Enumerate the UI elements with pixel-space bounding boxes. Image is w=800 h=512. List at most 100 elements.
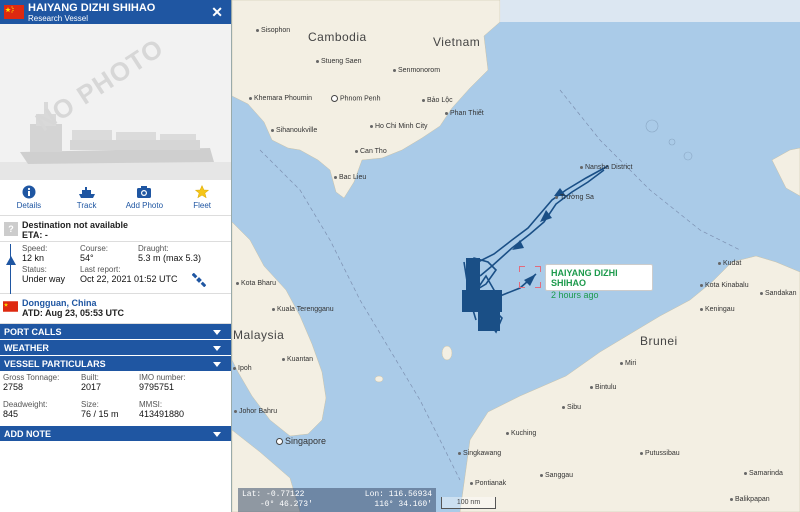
vessel-name: HAIYANG DIZHI SHIHAO bbox=[28, 2, 156, 14]
camera-icon bbox=[137, 186, 152, 198]
label-singapore: Singapore bbox=[276, 436, 326, 446]
vessel-particulars-label: VESSEL PARTICULARS bbox=[4, 359, 106, 369]
label-senmonorom: Senmonorom bbox=[393, 67, 440, 74]
lon-dms: 116° 34.160' bbox=[374, 500, 432, 509]
label-putussibau: Putussibau bbox=[640, 450, 680, 457]
label-singkawang: Singkawang bbox=[458, 450, 501, 457]
label-nansha: Nansha District bbox=[580, 164, 632, 171]
label-bac-lieu: Bac Lieu bbox=[334, 174, 366, 181]
tooltip-vessel-name: HAIYANG DIZHI SHIHAO bbox=[551, 268, 618, 288]
course-label: Course: bbox=[80, 244, 109, 253]
lat-label: Lat: bbox=[242, 490, 262, 499]
satellite-icon[interactable] bbox=[192, 273, 206, 287]
close-icon[interactable]: ✕ bbox=[211, 4, 223, 21]
label-miri: Miri bbox=[620, 360, 636, 367]
departure-block: Dongguan, China ATD: Aug 23, 05:53 UTC bbox=[0, 294, 231, 324]
vessel-photo-placeholder: NO PHOTO bbox=[0, 24, 231, 180]
label-ipoh: Ipoh bbox=[233, 365, 252, 372]
details-label: Details bbox=[16, 201, 42, 210]
label-sandakan: Sandakan bbox=[760, 290, 797, 297]
lat-value: -0.77122 bbox=[266, 490, 305, 499]
action-bar: Details Track Add Photo Fleet bbox=[0, 180, 231, 216]
china-flag-icon bbox=[4, 5, 24, 19]
add-note-label: ADD NOTE bbox=[4, 429, 51, 439]
built-value: 2017 bbox=[81, 382, 102, 392]
track-button[interactable]: Track bbox=[58, 180, 116, 215]
vessel-panel: HAIYANG DIZHI SHIHAO Research Vessel ✕ N… bbox=[0, 0, 232, 512]
course-line-icon bbox=[10, 244, 11, 294]
vessel-marker[interactable] bbox=[519, 266, 541, 288]
label-brunei: Brunei bbox=[640, 334, 678, 348]
chevron-down-icon bbox=[213, 362, 221, 367]
weather-label: WEATHER bbox=[4, 343, 49, 353]
mmsi-value: 413491880 bbox=[139, 409, 185, 419]
weather-section[interactable]: WEATHER bbox=[0, 340, 231, 356]
vessel-tooltip[interactable]: HAIYANG DIZHI SHIHAO 2 hours ago bbox=[545, 264, 653, 300]
size-label: Size: bbox=[81, 400, 99, 409]
label-vietnam: Vietnam bbox=[433, 35, 481, 49]
speed-label: Speed: bbox=[22, 244, 48, 253]
scale-bar: 100 nm bbox=[441, 497, 496, 509]
china-flag-icon bbox=[3, 301, 18, 312]
atd-text: ATD: Aug 23, 05:53 UTC bbox=[22, 308, 125, 318]
label-truong-sa: Trường Sa bbox=[555, 194, 594, 201]
vessel-type: Research Vessel bbox=[28, 14, 89, 23]
departure-port-link[interactable]: Dongguan, China bbox=[22, 298, 231, 308]
label-johor-bahru: Johor Bahru bbox=[234, 408, 277, 415]
label-kuantan: Kuantan bbox=[282, 356, 313, 363]
label-kudat: Kudat bbox=[718, 260, 741, 267]
fleet-label: Fleet bbox=[193, 201, 212, 210]
course-value: 54° bbox=[80, 253, 94, 263]
speed-value: 12 kn bbox=[22, 253, 45, 263]
label-can-tho: Can Tho bbox=[355, 148, 387, 155]
chevron-down-icon bbox=[213, 346, 221, 351]
imo-label: IMO number: bbox=[139, 373, 186, 382]
label-kuala-terengganu: Kuala Terengganu bbox=[272, 306, 334, 313]
port-calls-section[interactable]: PORT CALLS bbox=[0, 324, 231, 340]
island-natuna bbox=[441, 345, 453, 361]
label-sanggau: Sanggau bbox=[540, 472, 573, 479]
star-icon bbox=[195, 185, 210, 199]
draught-label: Draught: bbox=[138, 244, 169, 253]
info-icon bbox=[22, 185, 36, 199]
coordinate-readout: Lat: -0.77122 Lon: 116.56934 -0° 46.273'… bbox=[238, 488, 436, 512]
label-kuching: Kuching bbox=[506, 430, 536, 437]
details-button[interactable]: Details bbox=[0, 180, 58, 215]
draught-value: 5.3 m (max 5.3) bbox=[138, 253, 202, 263]
label-hcmc: Ho Chi Minh City bbox=[370, 123, 428, 130]
eta-text: ETA: - bbox=[22, 230, 48, 240]
label-sisophon: Sisophon bbox=[256, 27, 290, 34]
add-photo-button[interactable]: Add Photo bbox=[116, 180, 174, 215]
chevron-down-icon bbox=[213, 432, 221, 437]
label-malaysia: Malaysia bbox=[233, 328, 285, 342]
label-kota-kinabalu: Kota Kinabalu bbox=[700, 282, 749, 289]
fleet-button[interactable]: Fleet bbox=[173, 180, 231, 215]
deadweight-value: 845 bbox=[3, 409, 19, 419]
vessel-particulars-section[interactable]: VESSEL PARTICULARS bbox=[0, 356, 231, 372]
add-note-section[interactable]: ADD NOTE bbox=[0, 426, 231, 442]
ship-track-icon bbox=[78, 187, 95, 198]
label-sihanoukville: Sihanoukville bbox=[271, 127, 317, 134]
label-stueng-saen: Stueng Saen bbox=[316, 58, 361, 65]
course-arrow-icon bbox=[6, 256, 16, 265]
voyage-info: Speed: 12 kn Course: 54° Draught: 5.3 m (ma… bbox=[0, 242, 231, 294]
label-bao-loc: Bảo Lộc bbox=[422, 97, 453, 104]
chevron-down-icon bbox=[213, 330, 221, 335]
label-samarinda: Samarinda bbox=[744, 470, 783, 477]
lon-label: Lon: bbox=[364, 490, 384, 499]
deadweight-label: Deadweight: bbox=[3, 400, 48, 409]
gross-tonnage-value: 2758 bbox=[3, 382, 24, 392]
status-label: Status: bbox=[22, 265, 47, 274]
label-phnom-penh: Phnom Penh bbox=[331, 95, 380, 102]
label-pontianak: Pontianak bbox=[470, 480, 506, 487]
port-calls-label: PORT CALLS bbox=[4, 327, 62, 337]
label-balikpapan: Balikpapan bbox=[730, 496, 770, 503]
status-value: Under way bbox=[22, 274, 66, 284]
imo-value: 9795751 bbox=[139, 382, 175, 392]
size-value: 76 / 15 m bbox=[81, 409, 119, 419]
destination-text: Destination not available bbox=[22, 220, 129, 230]
label-kota-bharu: Kota Bharu bbox=[236, 280, 276, 287]
label-keningau: Keningau bbox=[700, 306, 735, 313]
mmsi-label: MMSI: bbox=[139, 400, 163, 409]
label-phan-thiet: Phan Thiết bbox=[445, 110, 484, 117]
